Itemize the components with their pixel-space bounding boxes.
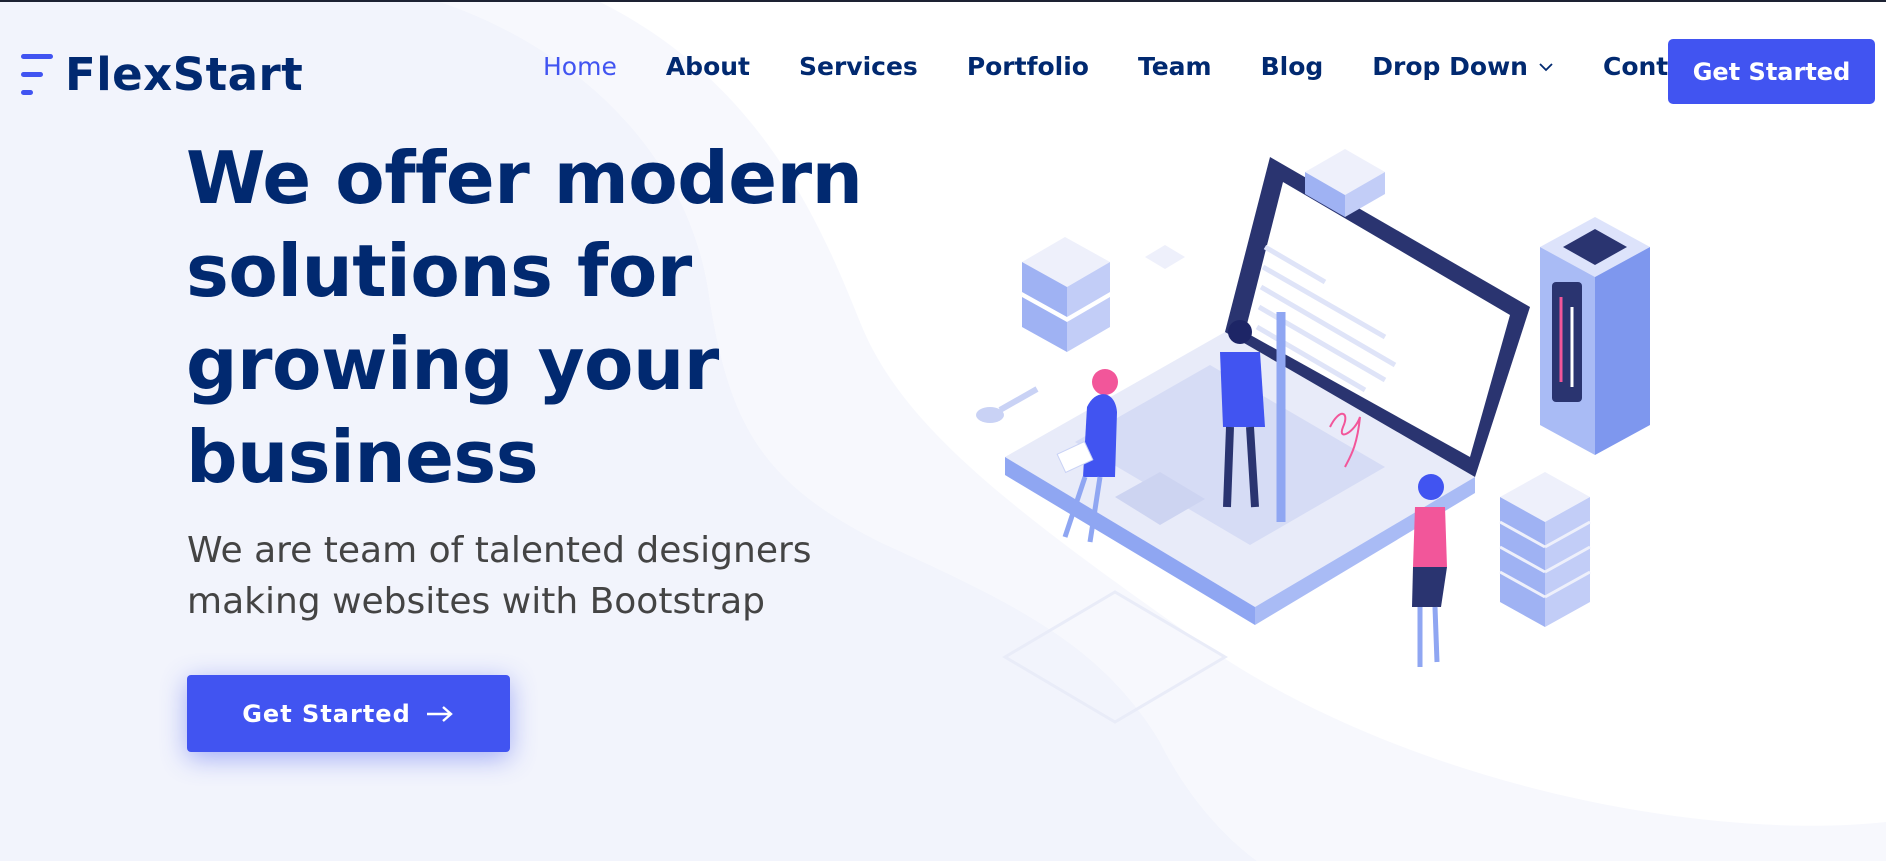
nav-item-services[interactable]: Services — [799, 52, 918, 81]
hero-title: We offer modern solutions for growing yo… — [186, 136, 863, 499]
hero-subtitle: We are team of talented designers making… — [187, 530, 812, 622]
nav-item-about[interactable]: About — [666, 52, 750, 81]
key-icon — [976, 386, 1039, 423]
logo-icon — [21, 53, 53, 95]
server-rack-icon — [1540, 217, 1650, 455]
main-nav: Home About Services Portfolio Team Blog … — [543, 52, 1761, 81]
laptop-icon — [1005, 157, 1530, 625]
hero-cta-label: Get Started — [242, 699, 411, 728]
arrow-right-icon — [426, 705, 453, 722]
nav-item-dropdown[interactable]: Drop Down — [1372, 52, 1554, 81]
get-started-button-hero[interactable]: Get Started — [187, 675, 510, 752]
nav-item-dropdown-label: Drop Down — [1372, 52, 1528, 81]
nav-item-home[interactable]: Home — [543, 52, 617, 81]
nav-item-blog[interactable]: Blog — [1261, 52, 1324, 81]
get-started-button-header[interactable]: Get Started — [1668, 39, 1875, 104]
hero-illustration — [976, 149, 1650, 724]
server-stack-icon — [1499, 472, 1591, 627]
site-header: FlexStart Home About Services Portfolio … — [0, 2, 1886, 142]
nav-item-team[interactable]: Team — [1138, 52, 1212, 81]
nav-item-portfolio[interactable]: Portfolio — [967, 52, 1089, 81]
chevron-down-icon — [1539, 62, 1553, 71]
logo[interactable]: FlexStart — [19, 48, 303, 101]
brand-name: FlexStart — [65, 48, 304, 101]
